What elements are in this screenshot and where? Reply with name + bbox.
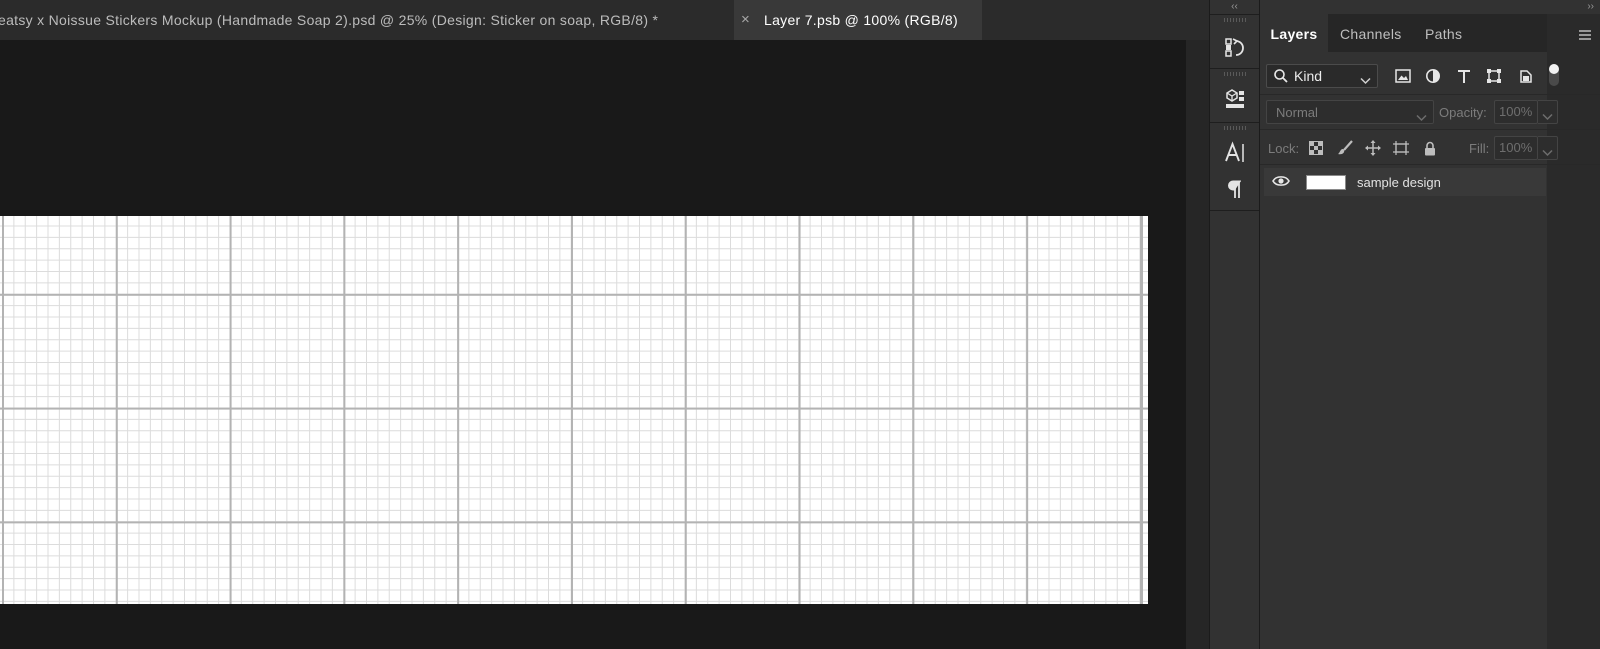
adjustment-filter-icon[interactable] <box>1423 66 1443 86</box>
drag-handle[interactable] <box>1224 18 1246 22</box>
chevron-down-icon <box>1542 144 1553 162</box>
close-icon[interactable]: × <box>741 0 750 40</box>
lock-transparent-pixels-icon[interactable] <box>1307 139 1325 157</box>
document-tab-layer7[interactable]: × Layer 7.psb @ 100% (RGB/8) <box>734 0 982 40</box>
panel-icon-strip: ‹‹ <box>1209 0 1260 649</box>
tab-channels[interactable]: Channels <box>1340 14 1402 52</box>
blend-mode-dropdown[interactable]: Normal <box>1266 100 1434 124</box>
filter-toggle-switch[interactable] <box>1549 64 1559 86</box>
document-tab-mockup[interactable]: eatsy x Noissue Stickers Mockup (Handmad… <box>0 0 734 40</box>
opacity-label: Opacity: <box>1439 105 1487 120</box>
fill-label: Fill: <box>1469 141 1490 156</box>
lock-image-pixels-icon[interactable] <box>1336 139 1354 157</box>
divider <box>1210 210 1259 211</box>
lock-artboard-icon[interactable] <box>1392 139 1410 157</box>
collapse-panel-icon[interactable]: ›› <box>1260 0 1600 14</box>
tab-layers[interactable]: Layers <box>1260 14 1328 52</box>
divider <box>1260 164 1600 165</box>
divider <box>1260 94 1600 95</box>
filter-kind-dropdown[interactable]: Kind <box>1266 64 1378 88</box>
divider <box>1210 68 1259 69</box>
divider <box>1260 129 1600 130</box>
panel-menu-icon[interactable] <box>1578 28 1592 42</box>
layer-row[interactable]: sample design <box>1264 168 1546 196</box>
properties-icon[interactable] <box>1220 84 1250 114</box>
tab-label: Layer 7.psb @ 100% (RGB/8) <box>764 12 958 28</box>
document-tab-bar: eatsy x Noissue Stickers Mockup (Handmad… <box>0 0 1209 41</box>
chevron-down-icon <box>1416 109 1427 127</box>
type-filter-icon[interactable] <box>1454 66 1474 86</box>
layer-thumbnail <box>1306 175 1346 190</box>
shape-filter-icon[interactable] <box>1484 66 1504 86</box>
collapse-strip-icon[interactable]: ‹‹ <box>1210 0 1259 14</box>
search-icon <box>1273 68 1289 89</box>
layers-panel: ›› Layers Channels Paths Kind Normal Opa… <box>1260 0 1600 649</box>
canvas-grid[interactable] <box>0 216 1148 604</box>
opacity-dropdown-arrow[interactable] <box>1538 100 1558 124</box>
layer-name: sample design <box>1357 175 1441 190</box>
smart-object-filter-icon[interactable] <box>1516 66 1536 86</box>
lock-label: Lock: <box>1268 141 1300 156</box>
tab-label: eatsy x Noissue Stickers Mockup (Handmad… <box>0 12 659 28</box>
fill-field[interactable]: 100% <box>1494 136 1538 160</box>
eye-icon[interactable] <box>1272 174 1290 193</box>
paragraph-icon[interactable] <box>1220 174 1250 204</box>
character-icon[interactable] <box>1220 138 1250 168</box>
canvas-grid-edge <box>1141 216 1143 604</box>
opacity-field[interactable]: 100% <box>1494 100 1538 124</box>
drag-handle[interactable] <box>1224 72 1246 76</box>
drag-handle[interactable] <box>1224 126 1246 130</box>
blend-mode-value: Normal <box>1276 105 1318 120</box>
history-icon[interactable] <box>1220 32 1250 62</box>
divider <box>1210 122 1259 123</box>
chevron-down-icon <box>1360 72 1371 90</box>
fill-dropdown-arrow[interactable] <box>1538 136 1558 160</box>
divider <box>1210 14 1259 15</box>
lock-all-icon[interactable] <box>1421 139 1439 157</box>
lock-position-icon[interactable] <box>1364 139 1382 157</box>
document-scroll-gutter <box>1186 40 1209 649</box>
filter-kind-label: Kind <box>1294 68 1323 84</box>
pixel-filter-icon[interactable] <box>1393 66 1413 86</box>
tab-paths[interactable]: Paths <box>1425 14 1462 52</box>
chevron-down-icon <box>1542 108 1553 126</box>
